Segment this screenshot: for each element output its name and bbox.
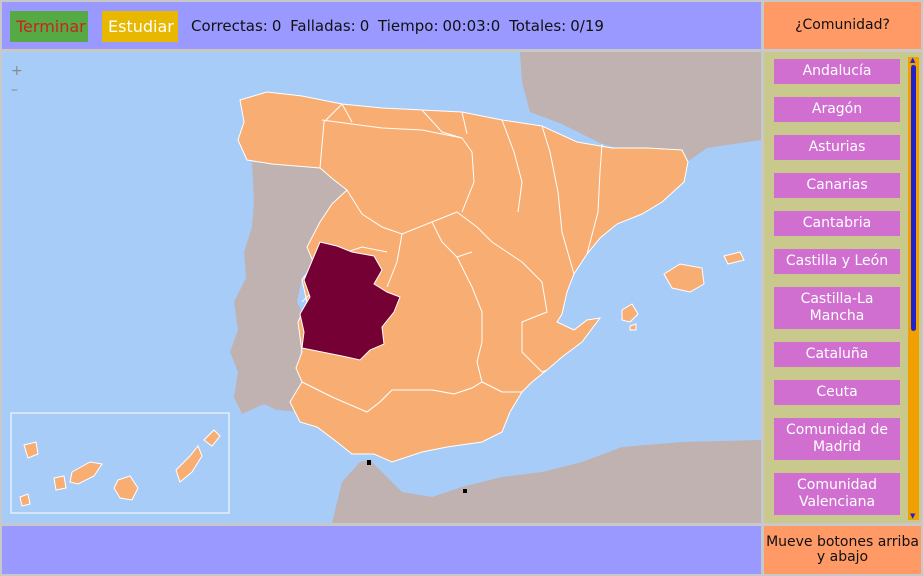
finish-button[interactable]: Terminar <box>10 11 88 42</box>
community-item-aragon[interactable]: Aragón <box>774 97 900 122</box>
game-app: Terminar Estudiar Correctas: 0 Falladas: 0… <box>0 0 923 576</box>
mallorca-island[interactable] <box>663 263 705 293</box>
melilla-marker[interactable] <box>463 489 467 493</box>
time-value: 00:03:0 <box>442 17 501 35</box>
study-button[interactable]: Estudiar <box>102 11 178 42</box>
question-prompt: ¿Comunidad? <box>764 2 921 49</box>
canary-islands[interactable] <box>19 429 221 507</box>
correct-label: Correctas: <box>191 17 268 35</box>
time-label: Tiempo: <box>378 17 439 35</box>
help-text: Mueve botones arriba y abajo <box>764 526 921 574</box>
score-stats: Correctas: 0 Falladas: 0 Tiempo: 00:03:0 To… <box>191 17 608 35</box>
spain-map[interactable]: + – <box>2 52 761 523</box>
community-item-ceuta[interactable]: Ceuta <box>774 380 900 405</box>
failed-label: Falladas: <box>290 17 356 35</box>
ceuta-marker[interactable] <box>367 460 371 465</box>
andalucia-region[interactable] <box>289 381 523 463</box>
scrollbar-track[interactable]: ▲ ▼ <box>908 57 919 520</box>
community-item-castilla-la-mancha[interactable]: Castilla-La Mancha <box>774 287 900 329</box>
zoom-in-button[interactable]: + <box>11 64 23 78</box>
scroll-up-icon[interactable]: ▲ <box>910 57 915 64</box>
scrollbar-thumb[interactable] <box>911 65 916 331</box>
scroll-down-icon[interactable]: ▼ <box>910 513 915 520</box>
community-item-madrid[interactable]: Comunidad de Madrid <box>774 418 900 460</box>
menorca-island[interactable] <box>723 251 745 265</box>
community-sidebar: Andalucía Aragón Asturias Canarias Canta… <box>764 52 921 523</box>
community-item-asturias[interactable]: Asturias <box>774 135 900 160</box>
community-item-andalucia[interactable]: Andalucía <box>774 59 900 84</box>
zoom-out-button[interactable]: – <box>11 83 18 97</box>
map-svg <box>10 52 761 523</box>
ibiza-island[interactable] <box>621 303 639 323</box>
failed-value: 0 <box>359 17 370 35</box>
total-value: 0/19 <box>570 17 604 35</box>
total-label: Totales: <box>509 17 567 35</box>
community-item-canarias[interactable]: Canarias <box>774 173 900 198</box>
community-item-cataluna[interactable]: Cataluña <box>774 342 900 367</box>
community-list: Andalucía Aragón Asturias Canarias Canta… <box>774 59 900 523</box>
community-item-valenciana[interactable]: Comunidad Valenciana <box>774 473 900 515</box>
correct-value: 0 <box>271 17 282 35</box>
community-item-castilla-leon[interactable]: Castilla y León <box>774 249 900 274</box>
community-item-cantabria[interactable]: Cantabria <box>774 211 900 236</box>
bottom-bar <box>2 526 761 574</box>
formentera-island[interactable] <box>629 323 637 331</box>
top-bar: Terminar Estudiar Correctas: 0 Falladas: 0… <box>2 2 761 49</box>
